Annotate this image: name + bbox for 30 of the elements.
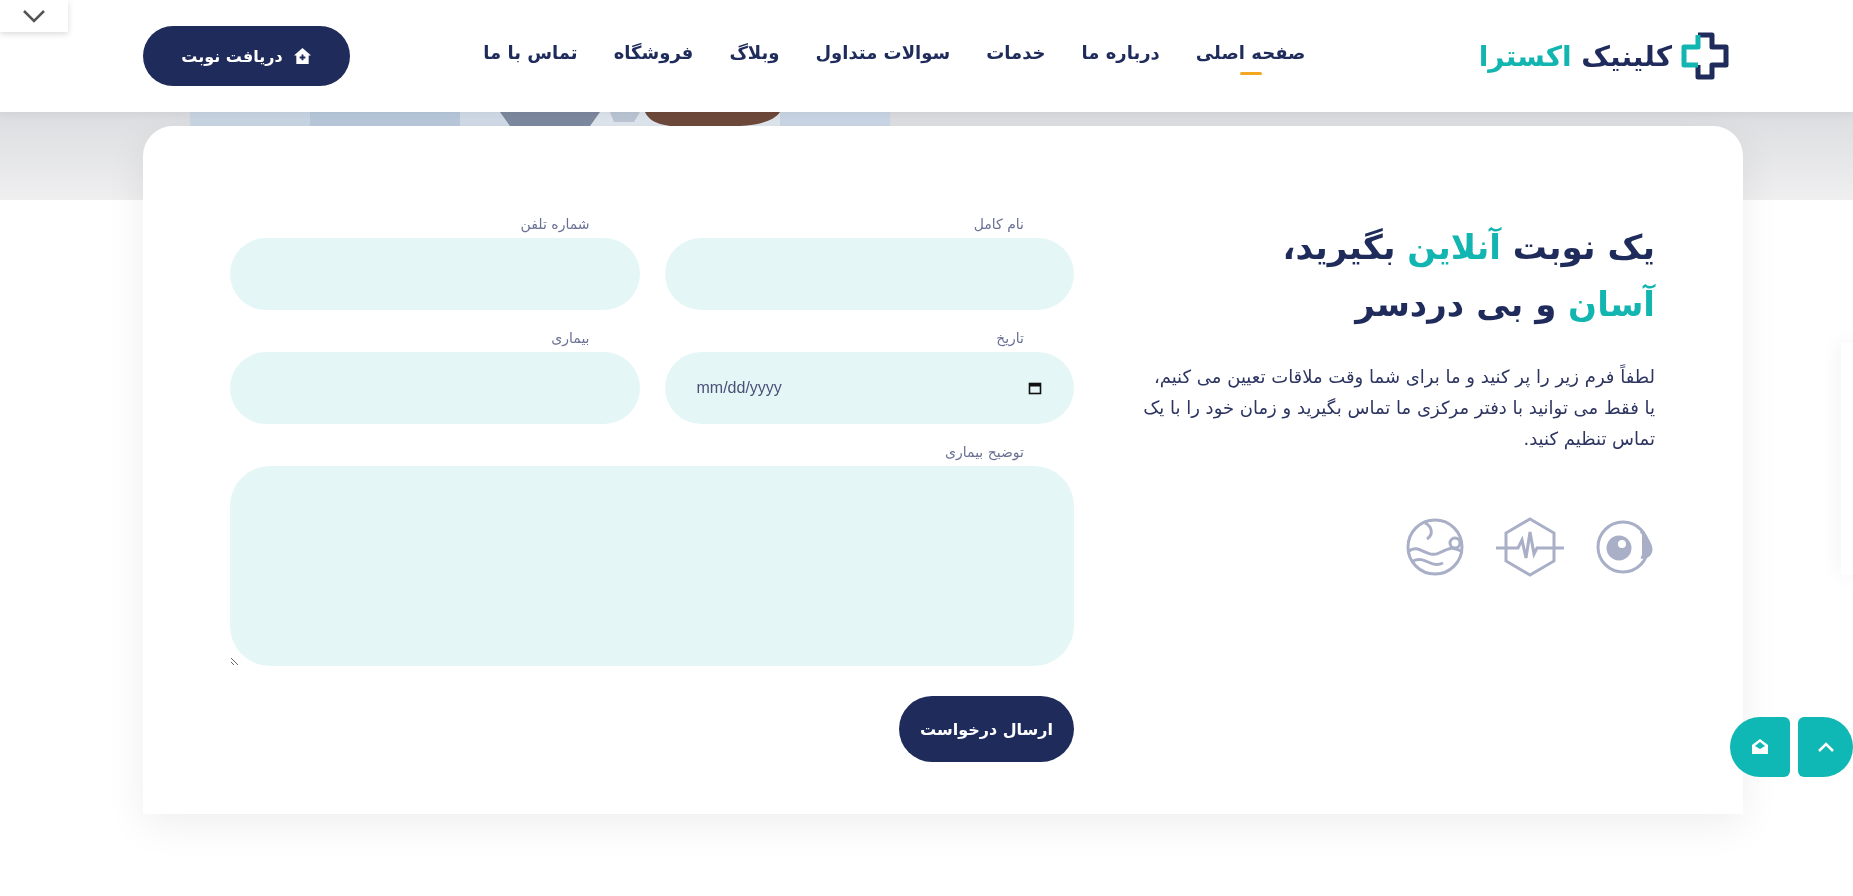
globe-icon xyxy=(1405,517,1465,577)
nav-link[interactable]: درباره ما xyxy=(1081,35,1160,77)
nav-link[interactable]: سوالات متداول xyxy=(815,35,951,77)
field-label: شماره تلفن xyxy=(519,216,591,232)
intro-paragraph: لطفاً فرم زیر را پر کنید و ما برای شما وقت ملاقات تعیین می کنیم، یا فقط می توانید با دفتر مرکزی ما تماس بگیرید و زمان خود را با یک تماس تنظیم کنید. xyxy=(1142,363,1655,452)
chevron-down-icon xyxy=(22,9,46,23)
logo-cross-icon[interactable] xyxy=(1680,31,1730,81)
house-plus-icon xyxy=(292,46,312,66)
nav-link[interactable]: صفحه اصلی xyxy=(1195,35,1306,77)
scroll-top-button[interactable] xyxy=(1798,717,1853,777)
page-heading: یک نوبت آنلاین بگیرید، آسان و بی دردسر xyxy=(1281,226,1655,327)
field-label: نام کامل xyxy=(972,216,1025,232)
calendar-icon xyxy=(1028,381,1042,395)
nav-link[interactable]: وبلاگ xyxy=(729,35,780,77)
nav-link[interactable]: تماس با ما xyxy=(483,35,578,77)
hexagon-pulse-icon xyxy=(1495,516,1565,578)
date-field[interactable]: mm/dd/yyyy xyxy=(664,352,1074,424)
open-envelope-icon xyxy=(1750,737,1770,757)
nav-link[interactable]: فروشگاه xyxy=(613,35,694,77)
field-label: تاریخ xyxy=(995,330,1025,346)
nav-link[interactable]: خدمات xyxy=(986,35,1046,77)
textarea-field[interactable] xyxy=(230,466,1074,666)
collapse-button[interactable] xyxy=(0,0,68,32)
chevron-up-icon xyxy=(1816,741,1835,753)
field-label: بیماری xyxy=(550,330,591,346)
logo-text[interactable]: کلینیک اکسترا xyxy=(1478,39,1672,73)
field-label: توضیح بیماری xyxy=(944,444,1025,460)
submit-button[interactable]: ارسال درخواست xyxy=(899,696,1074,762)
appointment-button[interactable]: دریافت نوبت xyxy=(143,26,350,86)
mail-button[interactable] xyxy=(1730,717,1790,777)
